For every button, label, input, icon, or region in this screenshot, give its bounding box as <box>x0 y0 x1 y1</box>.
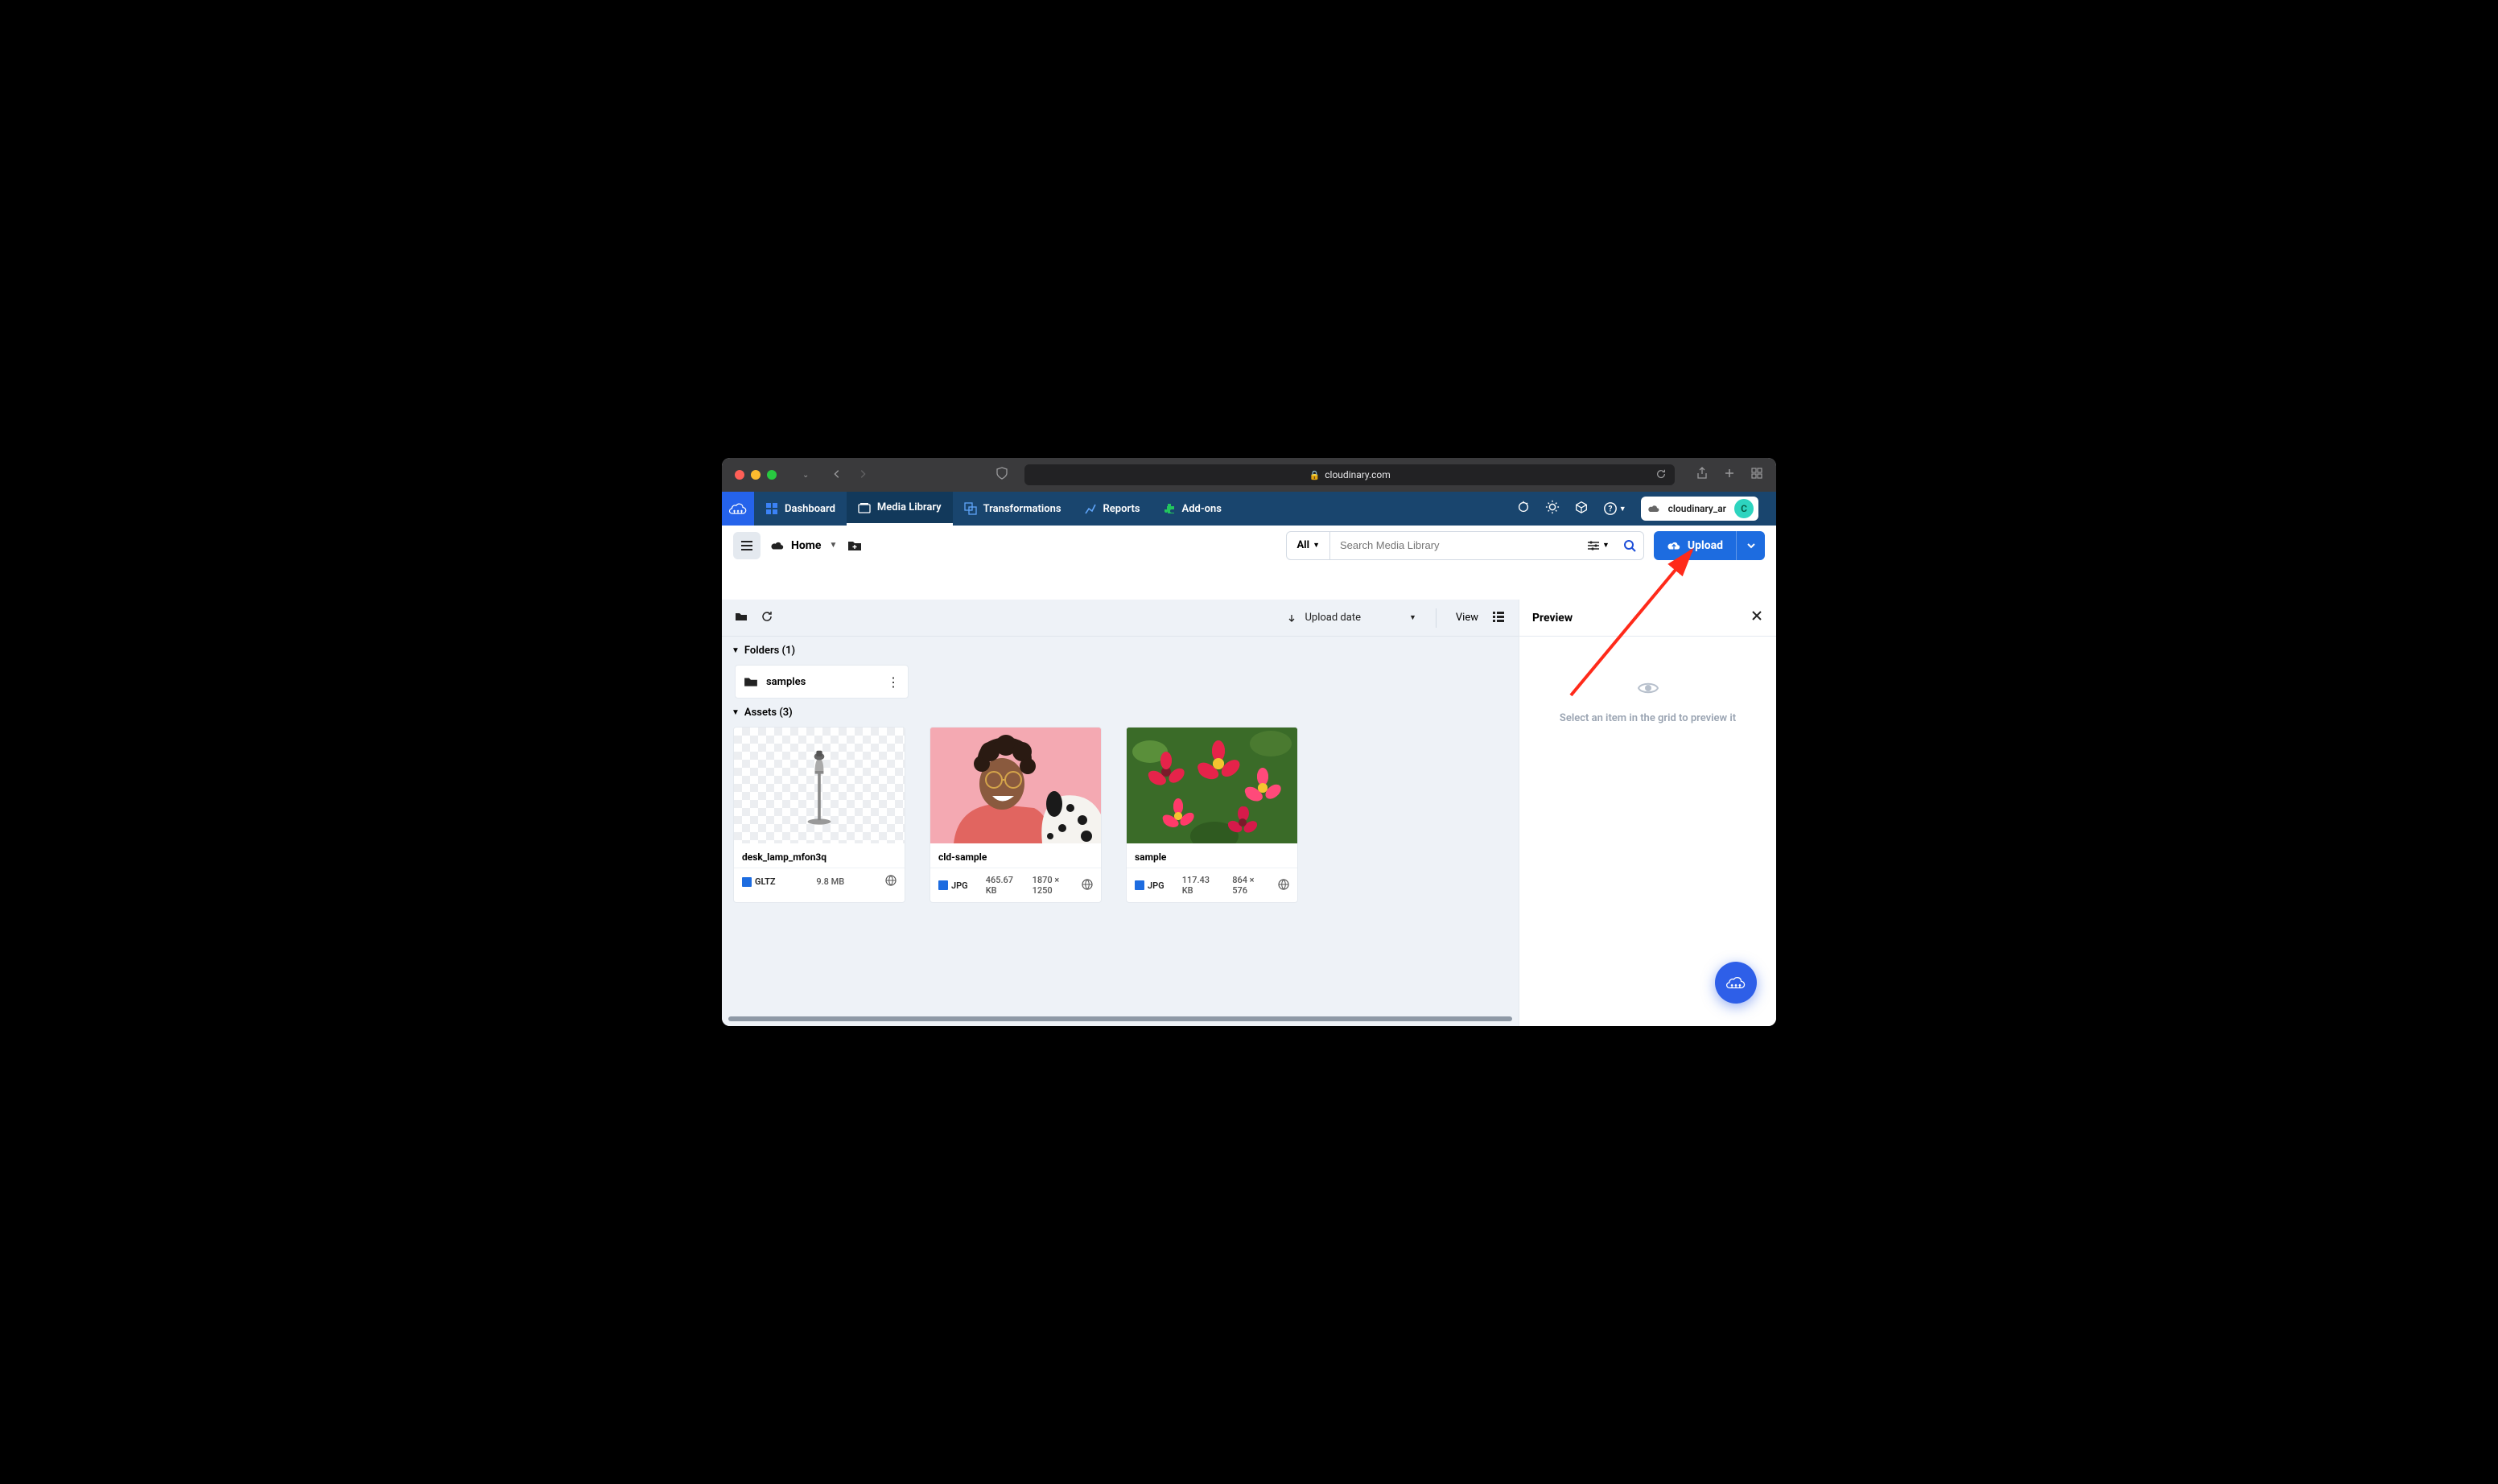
sort-desc-icon <box>1287 613 1296 623</box>
asset-card[interactable]: sample JPG 117.43 KB 864 × 576 <box>1126 727 1298 903</box>
folder-card[interactable]: samples ⋮ <box>735 665 909 699</box>
whats-new-icon[interactable] <box>1516 500 1531 517</box>
view-label: View <box>1456 612 1478 624</box>
folder-more-button[interactable]: ⋮ <box>887 674 900 690</box>
tab-overview-icon[interactable] <box>1750 467 1763 483</box>
format-badge: GLTZ <box>742 876 776 887</box>
chevron-down-icon: ▼ <box>829 541 837 550</box>
refresh-button[interactable] <box>761 610 773 626</box>
svg-text:?: ? <box>1608 505 1612 514</box>
main-content: Upload date ▼ View ▼ Folders (1) samples… <box>722 600 1519 1026</box>
minimize-window-icon[interactable] <box>751 470 761 480</box>
nav-transformations[interactable]: Transformations <box>953 492 1073 526</box>
asset-size: 9.8 MB <box>816 876 844 887</box>
sort-label: Upload date <box>1305 612 1360 624</box>
horizontal-scrollbar[interactable] <box>728 1016 1512 1021</box>
url-host: cloudinary.com <box>1325 469 1391 480</box>
browser-back-icon[interactable] <box>831 468 843 483</box>
nav-media-library-label: Media Library <box>877 501 942 513</box>
nav-dashboard[interactable]: Dashboard <box>754 492 847 526</box>
folder-name: samples <box>766 676 879 688</box>
search-scope-label: All <box>1296 539 1309 551</box>
folders-section-header[interactable]: ▼ Folders (1) <box>722 637 1519 665</box>
assets-section-header[interactable]: ▼ Assets (3) <box>722 699 1519 727</box>
help-fab-button[interactable] <box>1715 962 1757 1004</box>
preview-empty-message: Select an item in the grid to preview it <box>1535 712 1760 724</box>
browser-forward-icon[interactable] <box>857 468 868 483</box>
assets-section-label: Assets (3) <box>744 707 793 719</box>
sidebar-toggle-icon[interactable]: ⌄ <box>798 471 809 480</box>
cloud-icon <box>770 538 785 553</box>
avatar: C <box>1734 499 1754 518</box>
asset-dims: 864 × 576 <box>1232 875 1263 896</box>
asset-dims: 1870 × 1250 <box>1033 875 1067 896</box>
account-switcher[interactable]: cloudinary_ar C <box>1641 497 1758 521</box>
cloud-icon <box>1647 502 1660 515</box>
nav-addons[interactable]: Add-ons <box>1152 492 1233 526</box>
folders-section-label: Folders (1) <box>744 645 795 657</box>
upload-dropdown[interactable] <box>1736 531 1765 560</box>
home-label: Home <box>791 539 821 552</box>
package-icon[interactable] <box>1574 500 1589 517</box>
address-bar[interactable]: 🔒 cloudinary.com <box>1024 464 1675 485</box>
lamp-icon <box>805 741 834 830</box>
advanced-search-button[interactable]: ▼ <box>1580 538 1616 553</box>
asset-name: cld-sample <box>930 843 1101 868</box>
format-badge: JPG <box>1135 880 1164 891</box>
new-folder-button[interactable] <box>847 538 863 554</box>
window-controls <box>735 470 777 480</box>
asset-name: sample <box>1127 843 1297 868</box>
browser-titlebar: ⌄ 🔒 cloudinary.com <box>722 458 1776 492</box>
close-preview-button[interactable] <box>1750 609 1763 626</box>
close-window-icon[interactable] <box>735 470 744 480</box>
lock-icon: 🔒 <box>1309 470 1321 480</box>
asset-size: 117.43 KB <box>1182 875 1215 896</box>
asset-card[interactable]: desk_lamp_mfon3q GLTZ 9.8 MB <box>733 727 905 903</box>
view-mode-button[interactable] <box>1491 609 1506 627</box>
maximize-window-icon[interactable] <box>767 470 777 480</box>
content-toolbar: Upload date ▼ View <box>722 600 1519 637</box>
asset-thumbnail <box>1127 728 1297 843</box>
folder-icon[interactable] <box>735 610 748 626</box>
sort-dropdown[interactable]: Upload date ▼ <box>1287 612 1416 624</box>
folder-icon <box>744 674 758 689</box>
cloudinary-logo-icon[interactable] <box>722 492 754 526</box>
eye-icon <box>1637 677 1659 699</box>
upload-button[interactable]: Upload <box>1654 531 1736 560</box>
search-bar: All ▼ ▼ <box>1286 531 1643 560</box>
account-name: cloudinary_ar <box>1668 503 1726 514</box>
disclosure-triangle-icon: ▼ <box>732 646 740 655</box>
app-top-nav: Dashboard Media Library Transformations … <box>722 492 1776 526</box>
reload-icon[interactable] <box>1655 468 1667 482</box>
disclosure-triangle-icon: ▼ <box>732 708 740 717</box>
search-button[interactable] <box>1616 538 1643 553</box>
nav-media-library[interactable]: Media Library <box>847 492 953 526</box>
nav-dashboard-label: Dashboard <box>785 503 835 515</box>
asset-card[interactable]: cld-sample JPG 465.67 KB 1870 × 1250 <box>930 727 1102 903</box>
upload-label: Upload <box>1688 539 1723 552</box>
media-toolbar: Home ▼ All ▼ ▼ Upload <box>722 526 1776 566</box>
home-breadcrumb[interactable]: Home ▼ <box>770 538 837 553</box>
search-scope-dropdown[interactable]: All ▼ <box>1287 532 1330 559</box>
settings-icon[interactable] <box>1545 500 1560 517</box>
share-icon[interactable] <box>1696 467 1709 483</box>
nav-addons-label: Add-ons <box>1182 503 1222 515</box>
asset-size: 465.67 KB <box>986 875 1015 896</box>
preview-title: Preview <box>1532 612 1573 625</box>
asset-thumbnail <box>930 728 1101 843</box>
format-badge: JPG <box>938 880 968 891</box>
nav-reports[interactable]: Reports <box>1073 492 1152 526</box>
menu-toggle-button[interactable] <box>733 532 761 559</box>
help-icon[interactable]: ?▼ <box>1603 501 1626 516</box>
globe-icon <box>885 875 897 888</box>
nav-reports-label: Reports <box>1103 503 1140 515</box>
asset-name: desk_lamp_mfon3q <box>734 843 905 868</box>
globe-icon <box>1278 879 1289 892</box>
nav-transformations-label: Transformations <box>983 503 1061 515</box>
globe-icon <box>1082 879 1093 892</box>
search-input[interactable] <box>1330 539 1580 551</box>
asset-thumbnail <box>734 728 905 843</box>
new-tab-icon[interactable] <box>1723 467 1736 483</box>
privacy-shield-icon[interactable] <box>995 467 1008 483</box>
